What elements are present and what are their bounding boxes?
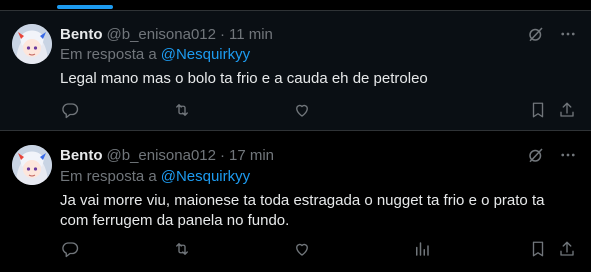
reply-mention-link[interactable]: @Nesquirkyy (161, 46, 250, 63)
tweet-actions (60, 100, 579, 120)
grok-icon[interactable] (527, 25, 545, 43)
bookmark-icon[interactable] (528, 239, 548, 259)
more-icon[interactable] (559, 25, 577, 43)
avatar[interactable] (12, 24, 52, 64)
tweet-header: Bento @b_enisona012 · 17 min (60, 145, 274, 165)
tweet-top-actions (527, 146, 577, 164)
reply-icon[interactable] (60, 239, 80, 259)
tweet[interactable]: Bento @b_enisona012 · 11 min Em resposta… (0, 10, 591, 131)
reply-context: Em resposta a @Nesquirkyy (60, 46, 250, 63)
separator-dot: · (219, 146, 225, 164)
reply-mention-link[interactable]: @Nesquirkyy (161, 168, 250, 185)
share-icon[interactable] (557, 100, 577, 120)
avatar[interactable] (12, 145, 52, 185)
like-icon[interactable] (292, 239, 312, 259)
tweet-text: Legal mano mas o bolo ta frio e a cauda … (60, 70, 428, 87)
reply-prefix: Em resposta a (60, 46, 157, 63)
tweet-text: Ja vai morre viu, maionese ta toda estra… (60, 192, 545, 229)
grok-icon[interactable] (527, 146, 545, 164)
active-tab-indicator (57, 5, 113, 9)
tweet[interactable]: Bento @b_enisona012 · 17 min Em resposta… (0, 131, 591, 272)
tweet-top-actions (527, 25, 577, 43)
share-icon[interactable] (557, 239, 577, 259)
retweet-icon[interactable] (172, 239, 192, 259)
reply-context: Em resposta a @Nesquirkyy (60, 168, 250, 185)
separator-dot: · (219, 25, 225, 43)
user-handle[interactable]: @b_enisona012 (107, 26, 216, 43)
display-name[interactable]: Bento (60, 147, 103, 164)
display-name[interactable]: Bento (60, 26, 103, 43)
views-icon[interactable] (412, 239, 432, 259)
reply-prefix: Em resposta a (60, 168, 157, 185)
like-icon[interactable] (292, 100, 312, 120)
tweet-header: Bento @b_enisona012 · 11 min (60, 24, 273, 44)
user-handle[interactable]: @b_enisona012 (107, 147, 216, 164)
bookmark-icon[interactable] (528, 100, 548, 120)
more-icon[interactable] (559, 146, 577, 164)
reply-icon[interactable] (60, 100, 80, 120)
top-strip (0, 0, 591, 10)
retweet-icon[interactable] (172, 100, 192, 120)
timestamp[interactable]: 17 min (229, 147, 274, 164)
tweet-actions (60, 239, 579, 259)
timestamp[interactable]: 11 min (229, 26, 273, 43)
